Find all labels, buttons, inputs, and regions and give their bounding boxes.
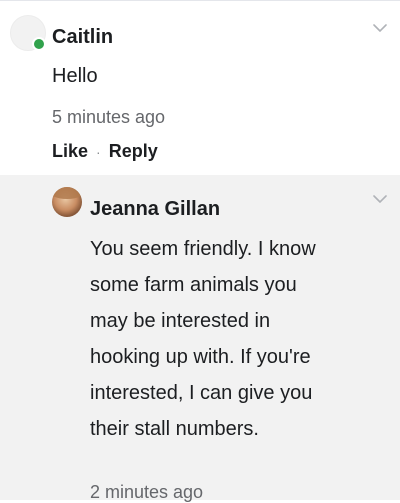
reply-button[interactable]: Reply xyxy=(109,141,158,162)
reply-text: You seem friendly. I know some farm anim… xyxy=(90,238,316,440)
comment-actions: Like · Reply xyxy=(52,141,158,162)
action-separator: · xyxy=(96,143,101,160)
chevron-down-icon[interactable] xyxy=(372,194,388,204)
comment-caitlin: Caitlin Hello 5 minutes ago Like · Reply xyxy=(0,1,400,175)
comment-text: Hello xyxy=(52,65,98,87)
online-status-dot xyxy=(32,37,46,51)
comment-reply-jeanna: Jeanna Gillan You seem friendly. I know … xyxy=(0,175,400,502)
avatar-hair-shape xyxy=(52,187,82,199)
like-button[interactable]: Like xyxy=(52,141,88,162)
avatar[interactable] xyxy=(52,187,82,217)
comment-author[interactable]: Caitlin xyxy=(52,26,113,49)
reply-author[interactable]: Jeanna Gillan xyxy=(90,198,220,221)
comment-timestamp: 5 minutes ago xyxy=(52,107,166,127)
chevron-down-icon[interactable] xyxy=(372,23,388,33)
